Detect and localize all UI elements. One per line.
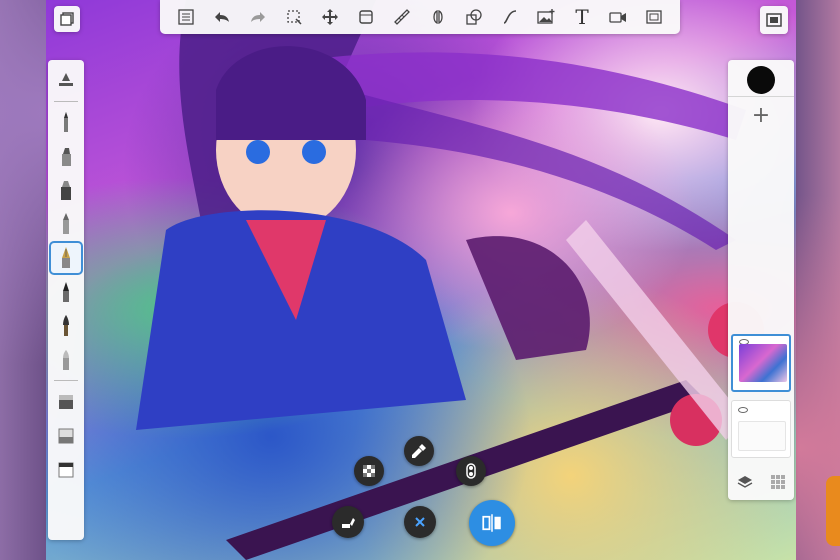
canvas-icon[interactable] <box>641 4 667 30</box>
selection-icon[interactable] <box>281 4 307 30</box>
crop-icon[interactable] <box>353 4 379 30</box>
list-icon[interactable] <box>173 4 199 30</box>
fill-button[interactable] <box>354 456 384 486</box>
eyedropper-button[interactable] <box>404 436 434 466</box>
fullscreen-button[interactable] <box>760 6 788 34</box>
transform-icon[interactable] <box>317 4 343 30</box>
panel-divider <box>728 96 794 97</box>
gallery-icon <box>60 12 74 26</box>
layers-icon[interactable] <box>737 474 753 490</box>
eye-icon[interactable] <box>738 407 748 413</box>
edge-tab[interactable] <box>826 476 840 546</box>
gallery-button[interactable] <box>54 6 80 32</box>
layers-panel: + <box>728 60 794 500</box>
color-puck[interactable] <box>747 66 775 94</box>
brush-properties-icon[interactable] <box>51 66 81 96</box>
layer-preview <box>739 344 787 382</box>
marker-icon[interactable] <box>51 175 81 205</box>
add-layer-button[interactable]: + <box>748 102 774 128</box>
ink-pen-icon[interactable] <box>49 241 83 275</box>
layer-thumbnail-blank[interactable] <box>731 400 791 458</box>
close-icon <box>415 517 425 527</box>
shapes-icon[interactable] <box>461 4 487 30</box>
palette-divider <box>54 380 78 381</box>
hard-eraser-icon[interactable] <box>51 420 81 450</box>
close-button[interactable] <box>404 506 436 538</box>
eraser-button[interactable] <box>332 506 364 538</box>
eraser-block-icon[interactable] <box>51 386 81 416</box>
symmetry-icon[interactable] <box>425 4 451 30</box>
artwork <box>136 0 764 560</box>
curve-icon[interactable] <box>497 4 523 30</box>
airbrush-icon[interactable] <box>51 141 81 171</box>
paint-brush-icon[interactable] <box>51 311 81 341</box>
drawing-canvas[interactable] <box>46 0 796 560</box>
top-toolbar: T <box>160 0 680 34</box>
redo-icon[interactable] <box>245 4 271 30</box>
layer-preview <box>738 421 786 451</box>
symmetry-toggle-button[interactable] <box>456 456 486 486</box>
palette-divider <box>54 101 78 102</box>
symmetry-toggle-icon <box>466 463 476 479</box>
ruler-icon[interactable] <box>389 4 415 30</box>
text-icon[interactable]: T <box>569 4 595 30</box>
brush-palette <box>48 60 84 540</box>
eraser-icon <box>342 518 355 528</box>
pencil-icon[interactable] <box>51 107 81 137</box>
eyedropper-icon <box>412 444 426 458</box>
mirror-icon <box>482 514 501 532</box>
fullscreen-icon <box>766 13 782 27</box>
mirror-button[interactable] <box>469 500 515 546</box>
ballpoint-icon[interactable] <box>51 209 81 239</box>
soft-eraser-icon[interactable] <box>51 454 81 484</box>
camera-icon[interactable] <box>605 4 631 30</box>
fill-icon <box>363 465 375 477</box>
undo-icon[interactable] <box>209 4 235 30</box>
chisel-brush-icon[interactable] <box>51 277 81 307</box>
add-image-icon[interactable] <box>533 4 559 30</box>
grid-icon[interactable] <box>770 474 786 490</box>
smudge-icon[interactable] <box>51 345 81 375</box>
layer-thumbnail-artwork[interactable] <box>731 334 791 392</box>
layers-footer <box>728 470 794 494</box>
